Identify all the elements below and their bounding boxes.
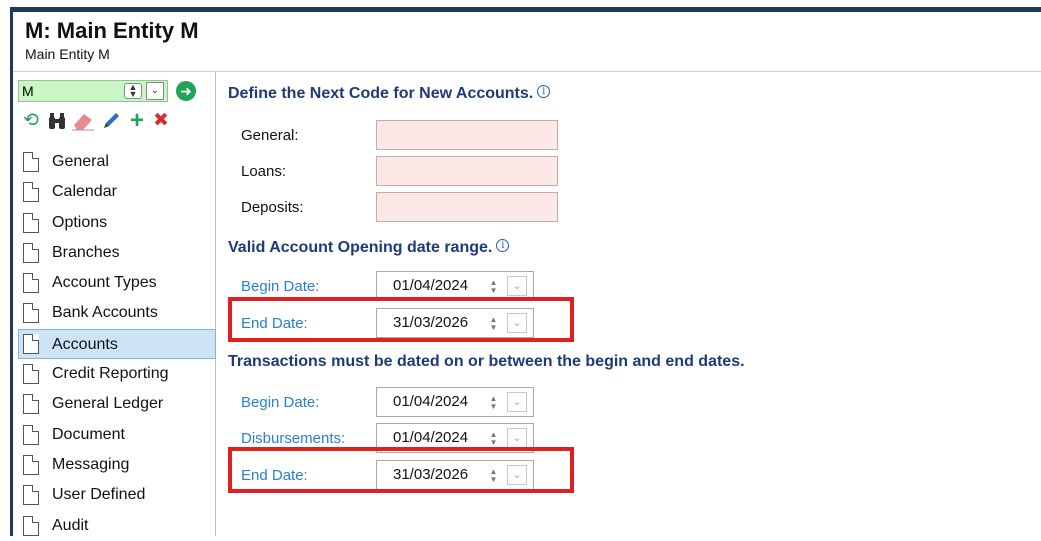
- main-panel: Define the Next Code for New Accounts. i …: [228, 72, 1041, 536]
- document-icon: [23, 273, 39, 294]
- opening-begin-date-value[interactable]: 01/04/2024: [393, 272, 468, 300]
- deposits-code-input[interactable]: [376, 192, 558, 222]
- tx-begin-date-value[interactable]: 01/04/2024: [393, 388, 468, 416]
- sidebar-item-document[interactable]: Document: [13, 420, 216, 450]
- sidebar-item-account-types[interactable]: Account Types: [13, 268, 216, 298]
- date-spin-icon[interactable]: ▲ ▼: [487, 395, 500, 411]
- loans-code-input[interactable]: [376, 156, 558, 186]
- next-code-title-text: Define the Next Code for New Accounts.: [228, 85, 534, 102]
- sidebar-item-audit[interactable]: Audit: [13, 511, 216, 541]
- go-arrow-icon[interactable]: ➜: [176, 81, 196, 101]
- deposits-code-label: Deposits:: [241, 199, 304, 216]
- chevron-down-icon[interactable]: ⌄: [507, 392, 527, 412]
- date-spin-icon[interactable]: ▲ ▼: [487, 431, 500, 447]
- document-icon: [23, 424, 39, 445]
- document-icon: [23, 242, 39, 263]
- pencil-icon[interactable]: [100, 109, 122, 133]
- entity-spin-icon[interactable]: ▲ ▼: [124, 83, 142, 99]
- page-subtitle: Main Entity M: [25, 46, 110, 62]
- document-icon: [23, 364, 39, 385]
- sidebar-item-label: Messaging: [52, 455, 130, 473]
- sidebar-item-label: Calendar: [52, 183, 117, 201]
- sidebar-item-label: Credit Reporting: [52, 365, 169, 383]
- sidebar-item-label: Options: [52, 213, 108, 231]
- page-title: M: Main Entity M: [25, 18, 199, 43]
- document-icon: [23, 454, 39, 475]
- sidebar-item-label: General Ledger: [52, 395, 164, 413]
- opening-end-date-highlight: [228, 297, 574, 342]
- sidebar-item-label: Accounts: [52, 335, 118, 353]
- sidebar-item-label: Bank Accounts: [52, 304, 158, 322]
- sidebar-item-accounts[interactable]: Accounts: [18, 328, 216, 360]
- document-icon: [23, 333, 39, 354]
- transactions-section-title: Transactions must be dated on or between…: [228, 353, 745, 370]
- document-icon: [23, 303, 39, 324]
- tx-disbursements-label[interactable]: Disbursements:: [241, 430, 345, 447]
- sidebar-item-label: Document: [52, 425, 125, 443]
- binoculars-icon[interactable]: [46, 109, 68, 133]
- document-icon: [23, 152, 39, 172]
- header: M: Main Entity M Main Entity M: [13, 12, 1041, 72]
- document-icon: [23, 212, 39, 233]
- sidebar-item-label: Audit: [52, 516, 89, 534]
- sidebar-item-user-defined[interactable]: User Defined: [13, 480, 216, 510]
- sidebar-item-options[interactable]: Options: [13, 208, 216, 238]
- opening-range-section-title: Valid Account Opening date range. i: [228, 239, 510, 257]
- document-icon: [23, 485, 39, 506]
- loans-code-label: Loans:: [241, 163, 287, 180]
- date-spin-icon[interactable]: ▲ ▼: [487, 279, 500, 295]
- document-icon: [23, 394, 39, 415]
- entity-selector: M ▲ ▼ ⌄ ➜: [18, 80, 208, 102]
- sidebar-item-general[interactable]: General: [13, 147, 216, 177]
- sidebar-item-credit-reporting[interactable]: Credit Reporting: [13, 359, 216, 389]
- add-icon[interactable]: +: [126, 109, 148, 133]
- sidebar-item-branches[interactable]: Branches: [13, 238, 216, 268]
- tx-begin-date-label[interactable]: Begin Date:: [241, 394, 319, 411]
- next-code-section-title: Define the Next Code for New Accounts. i: [228, 85, 551, 103]
- delete-icon[interactable]: ✖: [150, 109, 172, 133]
- tx-begin-date-field[interactable]: 01/04/2024 ▲ ▼ ⌄: [376, 387, 534, 417]
- opening-range-title-text: Valid Account Opening date range.: [228, 239, 493, 256]
- info-icon[interactable]: i: [537, 85, 551, 98]
- sidebar-item-label: Branches: [52, 243, 120, 261]
- sidebar: M ▲ ▼ ⌄ ➜ ⟲ + ✖ General Calendar Options …: [13, 72, 216, 536]
- sidebar-item-bank-accounts[interactable]: Bank Accounts: [13, 298, 216, 328]
- sidebar-nav: General Calendar Options Branches Accoun…: [13, 147, 216, 541]
- sidebar-item-label: User Defined: [52, 486, 146, 504]
- opening-begin-date-label[interactable]: Begin Date:: [241, 278, 319, 295]
- chevron-down-icon[interactable]: ⌄: [507, 276, 527, 296]
- general-code-label: General:: [241, 127, 299, 144]
- info-icon[interactable]: i: [496, 239, 510, 252]
- general-code-input[interactable]: [376, 120, 558, 150]
- window-frame: M: Main Entity M Main Entity M M ▲ ▼ ⌄ ➜ …: [10, 7, 1041, 536]
- sidebar-item-label: Account Types: [52, 274, 157, 292]
- document-icon: [23, 182, 39, 203]
- sidebar-item-messaging[interactable]: Messaging: [13, 450, 216, 480]
- eraser-icon[interactable]: [72, 109, 94, 133]
- history-icon[interactable]: ⟲: [20, 109, 42, 133]
- sidebar-item-label: General: [52, 153, 109, 170]
- sidebar-toolbar: ⟲ + ✖: [20, 109, 210, 133]
- sidebar-item-general-ledger[interactable]: General Ledger: [13, 389, 216, 419]
- chevron-down-icon[interactable]: ⌄: [507, 428, 527, 448]
- chevron-down-icon[interactable]: ⌄: [146, 82, 164, 100]
- tx-end-date-highlight: [228, 447, 574, 493]
- document-icon: [23, 515, 39, 536]
- sidebar-item-calendar[interactable]: Calendar: [13, 177, 216, 207]
